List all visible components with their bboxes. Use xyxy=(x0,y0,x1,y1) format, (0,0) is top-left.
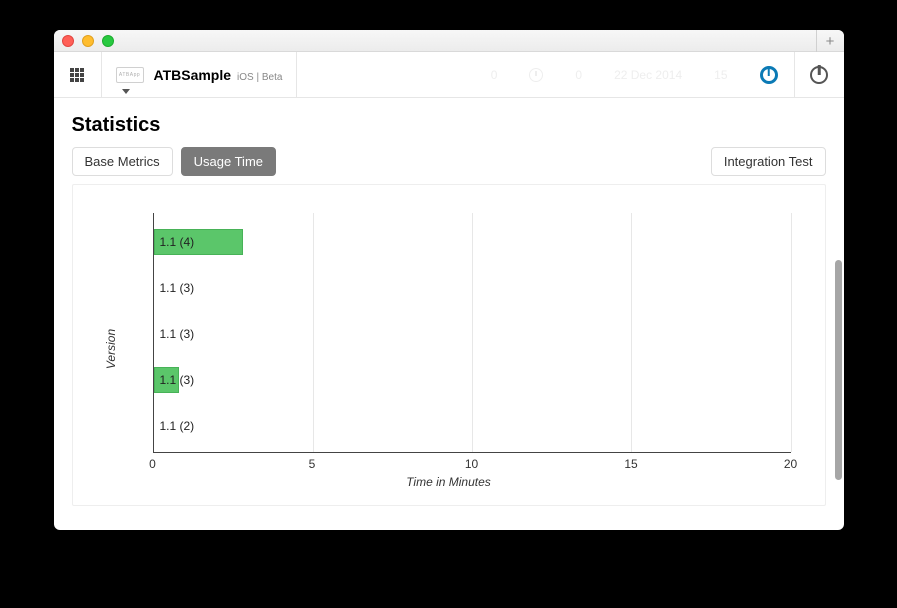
chart-x-tick: 0 xyxy=(149,457,156,471)
apps-grid-button[interactable] xyxy=(54,52,102,98)
chart-bar-label: 1.1 (4) xyxy=(160,229,195,255)
page-title: Statistics xyxy=(72,114,826,137)
chart-x-tick: 20 xyxy=(784,457,797,471)
chart-bar-label: 1.1 (3) xyxy=(160,367,195,393)
faded-count-a: 0 xyxy=(491,68,498,82)
tab-usage-time[interactable]: Usage Time xyxy=(181,147,276,176)
chart-plot-area: 1.1 (4) 1.1 (3) 1.1 (3) 1.1 (3) 1.1 (2) xyxy=(153,213,791,453)
chart-x-tick: 15 xyxy=(624,457,637,471)
clock-icon xyxy=(529,68,543,82)
window-maximize-button[interactable] xyxy=(102,35,114,47)
content-area: Statistics Base Metrics Usage Time Integ… xyxy=(54,98,844,530)
chart-bar-row: 1.1 (3) xyxy=(154,275,791,301)
toolbar-spacer: 0 0 22 Dec 2014 15 xyxy=(297,52,743,98)
chart-bar-label: 1.1 (3) xyxy=(160,321,195,347)
chart-bar-row: 1.1 (4) xyxy=(154,229,791,255)
power-icon xyxy=(760,66,778,84)
scrollbar-thumb[interactable] xyxy=(835,260,842,480)
new-tab-button[interactable]: + xyxy=(816,30,844,52)
chart-x-axis-label: Time in Minutes xyxy=(97,475,801,489)
chart-bar-row: 1.1 (3) xyxy=(154,367,791,393)
usage-time-chart: Version 1.1 (4)1.1 (3)1.1 (3)1.1 (3)1.1 … xyxy=(97,209,801,489)
faded-date: 22 Dec 2014 xyxy=(614,68,682,82)
window-traffic-lights xyxy=(62,35,114,47)
grid-icon xyxy=(70,68,84,82)
chart-gridline xyxy=(791,213,792,452)
window-close-button[interactable] xyxy=(62,35,74,47)
chart-bar-label: 1.1 (3) xyxy=(160,275,195,301)
main-toolbar: ATBApp ATBSample iOS | Beta 0 0 22 Dec 2… xyxy=(54,52,844,98)
refresh-button[interactable] xyxy=(744,52,794,98)
faded-time: 15 xyxy=(714,68,727,82)
tab-base-metrics[interactable]: Base Metrics xyxy=(72,147,173,176)
app-platform-tag: iOS | Beta xyxy=(237,72,282,83)
chart-x-tick: 5 xyxy=(309,457,316,471)
window-minimize-button[interactable] xyxy=(82,35,94,47)
chart-y-axis-label: Version xyxy=(104,329,118,369)
chart-bar-row: 1.1 (3) xyxy=(154,321,791,347)
app-name: ATBSample xyxy=(154,67,232,83)
toolbar-faded-status: 0 0 22 Dec 2014 15 xyxy=(491,52,728,98)
faded-count-b: 0 xyxy=(575,68,582,82)
chart-x-ticks: 05101520 xyxy=(153,457,791,471)
app-window: + ATBApp ATBSample iOS | Beta 0 0 22 D xyxy=(54,30,844,530)
chart-bar-row: 1.1 (2) xyxy=(154,413,791,439)
tab-row: Base Metrics Usage Time Integration Test xyxy=(72,147,826,176)
power-icon xyxy=(810,66,828,84)
chart-card: Version 1.1 (4)1.1 (3)1.1 (3)1.1 (3)1.1 … xyxy=(72,184,826,506)
chevron-down-icon xyxy=(122,89,130,94)
chart-x-tick: 10 xyxy=(465,457,478,471)
logout-button[interactable] xyxy=(794,52,844,98)
app-icon: ATBApp xyxy=(116,67,144,83)
app-selector[interactable]: ATBApp ATBSample iOS | Beta xyxy=(102,52,298,98)
window-titlebar[interactable]: + xyxy=(54,30,844,52)
integration-test-button[interactable]: Integration Test xyxy=(711,147,826,176)
chart-bar-label: 1.1 (2) xyxy=(160,413,195,439)
